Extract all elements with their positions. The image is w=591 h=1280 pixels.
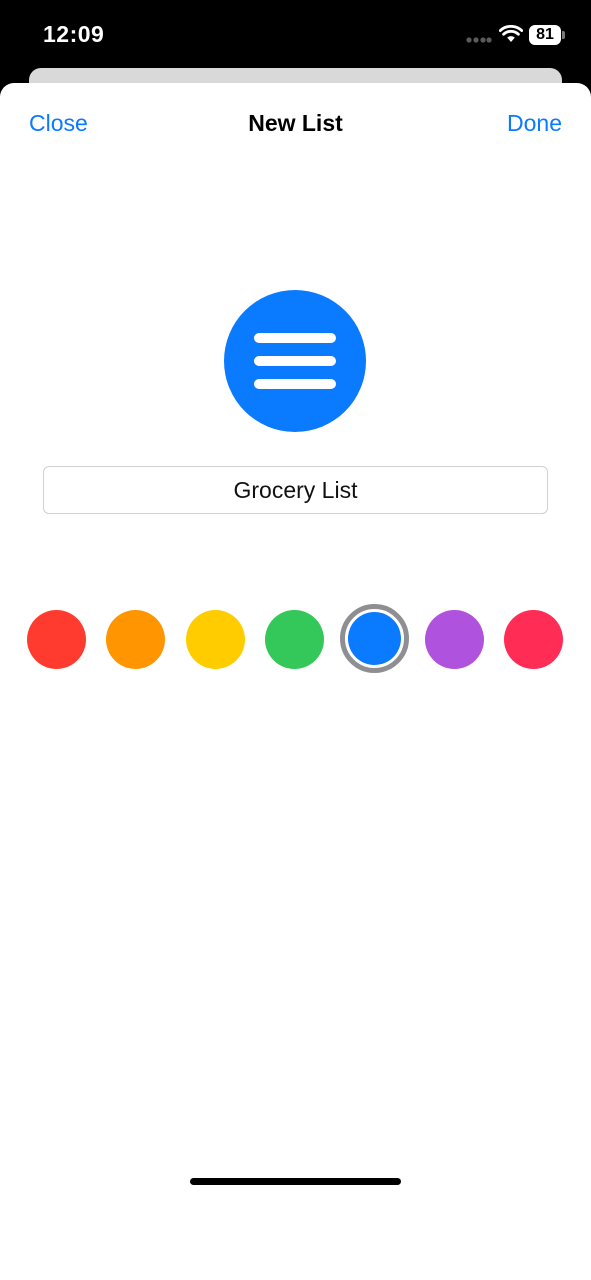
- battery-icon: 81: [529, 25, 561, 45]
- list-name-value: Grocery List: [233, 476, 358, 503]
- list-bullet-icon: [224, 290, 366, 432]
- status-bar: 12:09 81: [0, 0, 591, 70]
- color-swatch-orange[interactable]: [106, 610, 165, 669]
- selected-color-fill: [348, 612, 401, 665]
- sheet-title: New List: [248, 110, 343, 136]
- wifi-icon: [499, 25, 523, 42]
- list-line: [254, 333, 336, 343]
- color-swatch-red[interactable]: [27, 610, 86, 669]
- done-button[interactable]: Done: [507, 110, 562, 137]
- color-swatch-green[interactable]: [265, 610, 324, 669]
- color-swatch-purple[interactable]: [425, 610, 484, 669]
- battery-cap: [562, 31, 565, 39]
- home-indicator: [190, 1178, 401, 1185]
- list-name-input[interactable]: Grocery List: [43, 466, 548, 514]
- cellular-signal-icon: [466, 37, 492, 43]
- color-swatch-pink[interactable]: [504, 610, 563, 669]
- color-swatch-blue[interactable]: [340, 604, 409, 673]
- status-time: 12:09: [43, 21, 105, 47]
- list-line: [254, 356, 336, 366]
- list-line: [254, 379, 336, 389]
- battery-level: 81: [536, 26, 554, 43]
- color-swatch-yellow[interactable]: [186, 610, 245, 669]
- new-list-sheet: Close New List Done Grocery List: [0, 83, 591, 1280]
